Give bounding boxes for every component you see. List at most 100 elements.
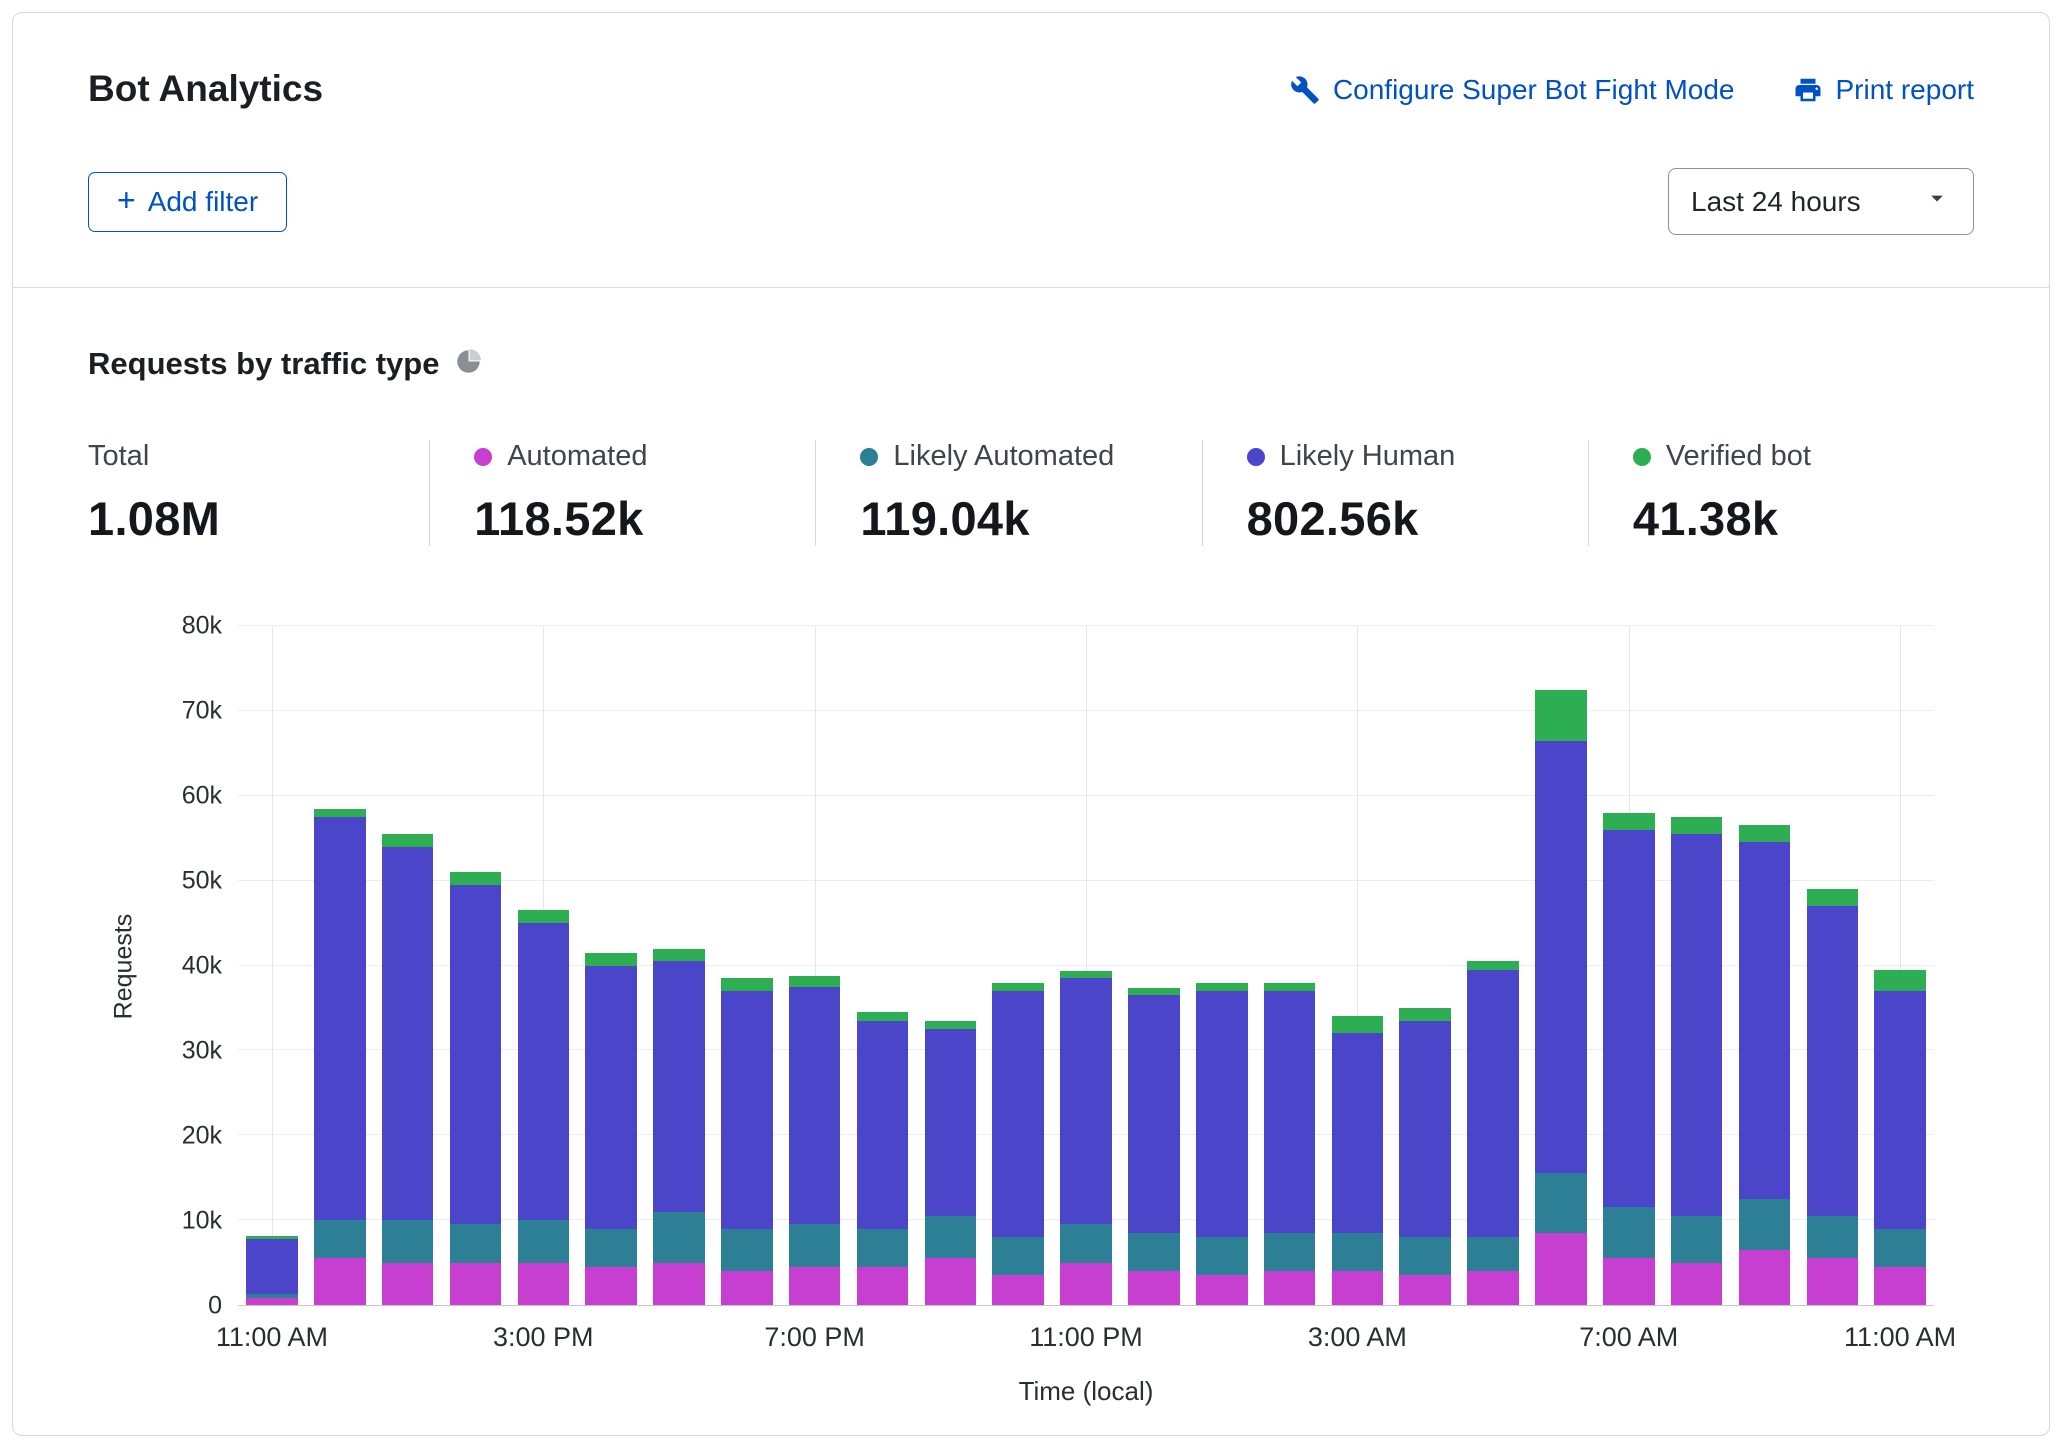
bar-segment-verified-bot (1535, 690, 1587, 741)
bar-segment-verified-bot (1874, 970, 1926, 991)
bar-segment-verified-bot (314, 809, 366, 817)
bar-segment-likely-automated (653, 1212, 705, 1263)
y-tick-label: 80k (182, 612, 222, 641)
bar-slot (1527, 626, 1595, 1305)
bar-segment-likely-human (857, 1021, 909, 1229)
print-report-link[interactable]: Print report (1793, 74, 1975, 106)
bar-segment-automated (789, 1267, 841, 1305)
stacked-bar[interactable] (1332, 626, 1384, 1305)
stat-likely-human[interactable]: Likely Human 802.56k (1202, 440, 1588, 546)
bar-segment-automated (1399, 1275, 1451, 1305)
plot-area (238, 626, 1934, 1306)
bar-slot (984, 626, 1052, 1305)
bar-segment-likely-human (992, 991, 1044, 1237)
stacked-bar[interactable] (1060, 626, 1112, 1305)
x-tick-label: 7:00 AM (1579, 1322, 1678, 1353)
stacked-bar[interactable] (1874, 626, 1926, 1305)
bar-segment-likely-automated (1128, 1233, 1180, 1271)
y-tick-label: 50k (182, 867, 222, 896)
bar-segment-verified-bot (925, 1021, 977, 1029)
bar-segment-likely-human (1264, 991, 1316, 1233)
bar-slot (1866, 626, 1934, 1305)
stacked-bar[interactable] (1467, 626, 1519, 1305)
bar-segment-verified-bot (1739, 825, 1791, 842)
stacked-bar[interactable] (1128, 626, 1180, 1305)
add-filter-button[interactable]: + Add filter (88, 172, 287, 232)
y-tick-label: 70k (182, 697, 222, 726)
bar-segment-likely-automated (1874, 1229, 1926, 1267)
bar-segment-likely-human (1399, 1021, 1451, 1237)
bar-segment-automated (1196, 1275, 1248, 1305)
bar-segment-likely-automated (721, 1229, 773, 1271)
bar-segment-likely-automated (518, 1220, 570, 1262)
time-range-select[interactable]: Last 24 hours (1668, 168, 1974, 235)
bar-segment-verified-bot (1603, 813, 1655, 830)
bar-slot (713, 626, 781, 1305)
stacked-bar[interactable] (1264, 626, 1316, 1305)
bar-slot (1052, 626, 1120, 1305)
bot-analytics-card: Bot Analytics Configure Super Bot Fight … (12, 12, 2050, 1436)
stacked-bar[interactable] (450, 626, 502, 1305)
stacked-bar[interactable] (789, 626, 841, 1305)
stacked-bar[interactable] (585, 626, 637, 1305)
stacked-bar[interactable] (1807, 626, 1859, 1305)
bar-segment-verified-bot (382, 834, 434, 847)
stacked-bar[interactable] (1739, 626, 1791, 1305)
stacked-bar[interactable] (857, 626, 909, 1305)
add-filter-label: Add filter (148, 186, 259, 218)
stacked-bar[interactable] (1399, 626, 1451, 1305)
stacked-bar[interactable] (653, 626, 705, 1305)
bar-slot (442, 626, 510, 1305)
stat-total-label: Total (88, 440, 149, 473)
plus-icon: + (117, 184, 136, 216)
bar-segment-automated (1807, 1258, 1859, 1305)
bar-segment-automated (1128, 1271, 1180, 1305)
x-axis-title: Time (local) (238, 1376, 1934, 1407)
stacked-bar[interactable] (1603, 626, 1655, 1305)
bar-segment-automated (1874, 1267, 1926, 1305)
stat-verified-bot[interactable]: Verified bot 41.38k (1588, 440, 1974, 546)
requests-section: Requests by traffic type Total 1.08M Aut… (13, 288, 2049, 1407)
stat-automated[interactable]: Automated 118.52k (429, 440, 815, 546)
stacked-bar[interactable] (1535, 626, 1587, 1305)
stacked-bar[interactable] (246, 626, 298, 1305)
stat-likely-automated-label: Likely Automated (893, 440, 1114, 473)
bar-segment-likely-human (1671, 834, 1723, 1216)
stacked-bar[interactable] (925, 626, 977, 1305)
bar-segment-verified-bot (518, 910, 570, 923)
bar-slot (1256, 626, 1324, 1305)
bar-segment-automated (1535, 1233, 1587, 1305)
bar-segment-likely-human (1060, 978, 1112, 1224)
verified-bot-dot-icon (1633, 448, 1651, 466)
x-tick-label: 11:00 AM (1844, 1322, 1956, 1353)
bar-segment-automated (857, 1267, 909, 1305)
x-tick-label: 11:00 PM (1029, 1322, 1143, 1353)
section-title: Requests by traffic type (88, 346, 439, 382)
bar-segment-automated (992, 1275, 1044, 1305)
bar-segment-likely-human (653, 961, 705, 1211)
bar-segment-verified-bot (721, 978, 773, 991)
bar-segment-likely-human (1128, 995, 1180, 1233)
stacked-bar[interactable] (1671, 626, 1723, 1305)
bar-segment-verified-bot (1467, 961, 1519, 969)
stacked-bar[interactable] (1196, 626, 1248, 1305)
stacked-bar[interactable] (992, 626, 1044, 1305)
bar-segment-verified-bot (1128, 988, 1180, 995)
bar-segment-likely-automated (992, 1237, 1044, 1275)
bar-slot (916, 626, 984, 1305)
bar-segment-likely-human (382, 847, 434, 1220)
stacked-bar[interactable] (518, 626, 570, 1305)
printer-icon (1793, 75, 1823, 105)
bar-segment-automated (721, 1271, 773, 1305)
configure-super-bot-fight-mode-link[interactable]: Configure Super Bot Fight Mode (1290, 74, 1735, 106)
bar-segment-likely-automated (1467, 1237, 1519, 1271)
stat-verified-bot-value: 41.38k (1633, 491, 1974, 546)
bar-segment-verified-bot (653, 949, 705, 962)
stacked-bar[interactable] (314, 626, 366, 1305)
stacked-bar[interactable] (721, 626, 773, 1305)
bar-segment-likely-automated (857, 1229, 909, 1267)
stat-likely-automated[interactable]: Likely Automated 119.04k (815, 440, 1201, 546)
stacked-bar[interactable] (382, 626, 434, 1305)
bar-slot (1595, 626, 1663, 1305)
x-tick-label: 7:00 PM (764, 1322, 865, 1353)
